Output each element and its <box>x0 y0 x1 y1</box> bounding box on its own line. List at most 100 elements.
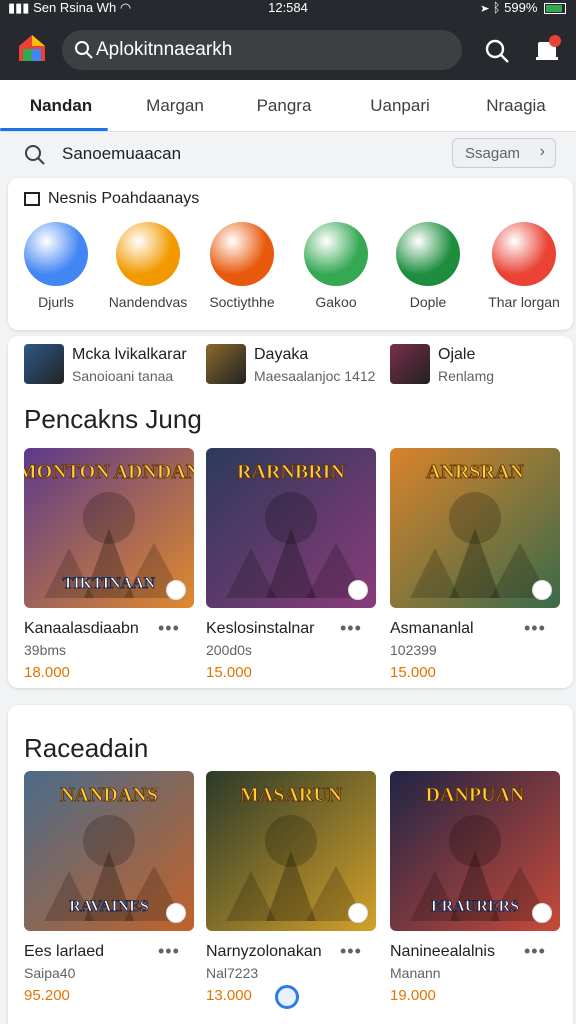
tab-pangra[interactable]: Pangra <box>229 96 339 116</box>
game-subtitle: Saipa40 <box>24 965 76 981</box>
app-icon[interactable] <box>24 222 88 286</box>
mini-subtitle: Sanoioani tanaa <box>72 368 174 384</box>
cover-subtitle: TIKTINAAN <box>63 575 156 592</box>
top-app-bar: ▮▮▮ Sen Rsina Wh ◠ 12:584 ➤ ᛒ 599% Aplok… <box>0 0 576 80</box>
games-card-2: Raceadain NANDANS RAVAINES Ees larlaed ••• S… <box>8 705 573 1024</box>
tab-margan[interactable]: Margan <box>120 96 230 116</box>
search-input[interactable]: Aplokitnnaearkh <box>62 30 462 70</box>
game-subtitle: 39bms <box>24 642 67 658</box>
game-card[interactable]: RARNBRIN Keslosinstalnar ••• 200d0s 15.000 <box>206 448 376 698</box>
search-icon <box>75 41 93 59</box>
game-subtitle: Manann <box>390 965 441 981</box>
game-title: Narnyzolonakan <box>206 943 322 960</box>
more-options-icon[interactable]: ••• <box>340 618 362 639</box>
app-icon[interactable] <box>304 222 368 286</box>
more-options-icon[interactable]: ••• <box>524 618 546 639</box>
game-price: 15.000 <box>206 664 252 681</box>
game-card[interactable]: NANDANS RAVAINES Ees larlaed ••• Saipa40 95.2… <box>24 771 194 1021</box>
filter-button[interactable]: Ssagam › <box>452 138 556 168</box>
grid-icon <box>24 191 40 206</box>
game-price: 19.000 <box>390 987 436 1004</box>
mini-subtitle: Maesaalanjoc 1412 <box>254 368 376 384</box>
store-logo-icon[interactable] <box>16 32 48 64</box>
filter-row: Sanoemuaacan Ssagam › <box>0 132 576 176</box>
app-label: Nandendvas <box>108 294 188 310</box>
game-title: Keslosinstalnar <box>206 620 315 637</box>
more-options-icon[interactable]: ••• <box>340 941 362 962</box>
game-card[interactable]: ANRSRAN Asmananlal ••• 102399 15.000 <box>390 448 560 698</box>
verified-badge-icon <box>532 580 552 600</box>
battery-percent: 599% <box>504 0 538 15</box>
cover-subtitle: ERAURERS <box>431 898 519 915</box>
search-text: Aplokitnnaearkh <box>96 39 233 60</box>
game-price: 95.200 <box>24 987 70 1004</box>
app-icon[interactable] <box>210 222 274 286</box>
cover-title: RARNBRIN <box>237 461 345 483</box>
cover-title: NANDANS <box>60 784 158 806</box>
game-card[interactable]: MONTON ADNDAN TIKTINAAN Kanaalasdiaabn ••• 3… <box>24 448 194 698</box>
featured-mini-item[interactable]: Ojale Renlamg <box>390 344 560 388</box>
section-title: Pencakns Jung <box>24 404 202 434</box>
app-label: Thar lorgan <box>488 294 560 310</box>
app-label: Soctiythhe <box>209 294 275 310</box>
game-price: 18.000 <box>24 664 70 681</box>
verified-badge-icon <box>348 580 368 600</box>
bluetooth-icon: ᛒ <box>492 0 501 15</box>
verified-badge-icon <box>348 903 368 923</box>
game-thumbnail <box>24 344 64 384</box>
game-subtitle: 102399 <box>390 642 437 658</box>
game-price: 13.000 <box>206 987 252 1004</box>
verified-badge-icon <box>166 903 186 923</box>
game-thumbnail <box>390 344 430 384</box>
app-label: Dople <box>409 294 447 310</box>
game-card[interactable]: MASARUN Narnyzolonakan ••• Nal7223 13.000 <box>206 771 376 1021</box>
more-options-icon[interactable]: ••• <box>158 618 180 639</box>
battery-icon <box>544 3 566 15</box>
featured-mini-item[interactable]: Mcka lvikalkarar Sanoioani tanaa <box>24 344 194 388</box>
filter-button-label: Ssagam <box>465 145 521 162</box>
search-icon[interactable] <box>24 144 46 166</box>
game-title: Nanineealalnis <box>390 943 495 960</box>
app-icon[interactable] <box>492 222 556 286</box>
cover-title: DANPUAN <box>426 784 525 806</box>
more-options-icon[interactable]: ••• <box>158 941 180 962</box>
section-title-2: Raceadain <box>24 733 149 763</box>
search-icon[interactable] <box>484 38 510 64</box>
featured-mini-item[interactable]: Dayaka Maesaalanjoc 1412 <box>206 344 376 388</box>
cover-title: ANRSRAN <box>426 461 524 483</box>
tab-nraagia[interactable]: Nraagia <box>461 96 571 116</box>
mini-title: Dayaka <box>254 346 309 363</box>
game-subtitle: 200d0s <box>206 642 252 658</box>
tab-nandan[interactable]: Nandan <box>6 96 116 116</box>
active-tab-indicator <box>0 128 108 131</box>
notification-icon[interactable] <box>533 32 563 64</box>
mini-subtitle: Renlamg <box>438 368 495 384</box>
game-card[interactable]: DANPUAN ERAURERS Nanineealalnis ••• Manann 19… <box>390 771 560 1021</box>
games-card: Mcka lvikalkarar Sanoioani tanaa Dayaka Mae… <box>8 336 573 688</box>
quick-apps-header: Nesnis Poahdaanays <box>24 190 199 208</box>
chevron-right-icon: › <box>539 143 545 160</box>
verified-badge-icon <box>532 903 552 923</box>
quick-apps-card: Nesnis Poahdaanays Djurls Nandendvas Socti… <box>8 178 573 330</box>
home-indicator[interactable] <box>275 985 299 1009</box>
mini-title: Ojale <box>438 346 476 363</box>
game-price: 15.000 <box>390 664 436 681</box>
tab-uanpari[interactable]: Uanpari <box>345 96 455 116</box>
more-options-icon[interactable]: ••• <box>524 941 546 962</box>
cover-title: MONTON ADNDAN <box>24 461 194 483</box>
quick-apps-title: Nesnis Poahdaanays <box>48 190 200 207</box>
status-right: ➤ ᛒ 599% <box>481 0 566 15</box>
cover-title: MASARUN <box>240 784 343 806</box>
app-label: Djurls <box>38 294 74 310</box>
filter-text: Sanoemuaacan <box>62 144 182 163</box>
game-subtitle: Nal7223 <box>206 965 259 981</box>
app-icon[interactable] <box>116 222 180 286</box>
verified-badge-icon <box>166 580 186 600</box>
category-tabs: Nandan Margan Pangra Uanpari Nraagia <box>0 80 576 132</box>
game-title: Ees larlaed <box>24 943 105 960</box>
app-icon[interactable] <box>396 222 460 286</box>
game-thumbnail <box>206 344 246 384</box>
location-icon: ➤ <box>481 0 490 15</box>
game-title: Kanaalasdiaabn <box>24 620 139 637</box>
status-bar: ▮▮▮ Sen Rsina Wh ◠ 12:584 ➤ ᛒ 599% <box>0 0 576 18</box>
